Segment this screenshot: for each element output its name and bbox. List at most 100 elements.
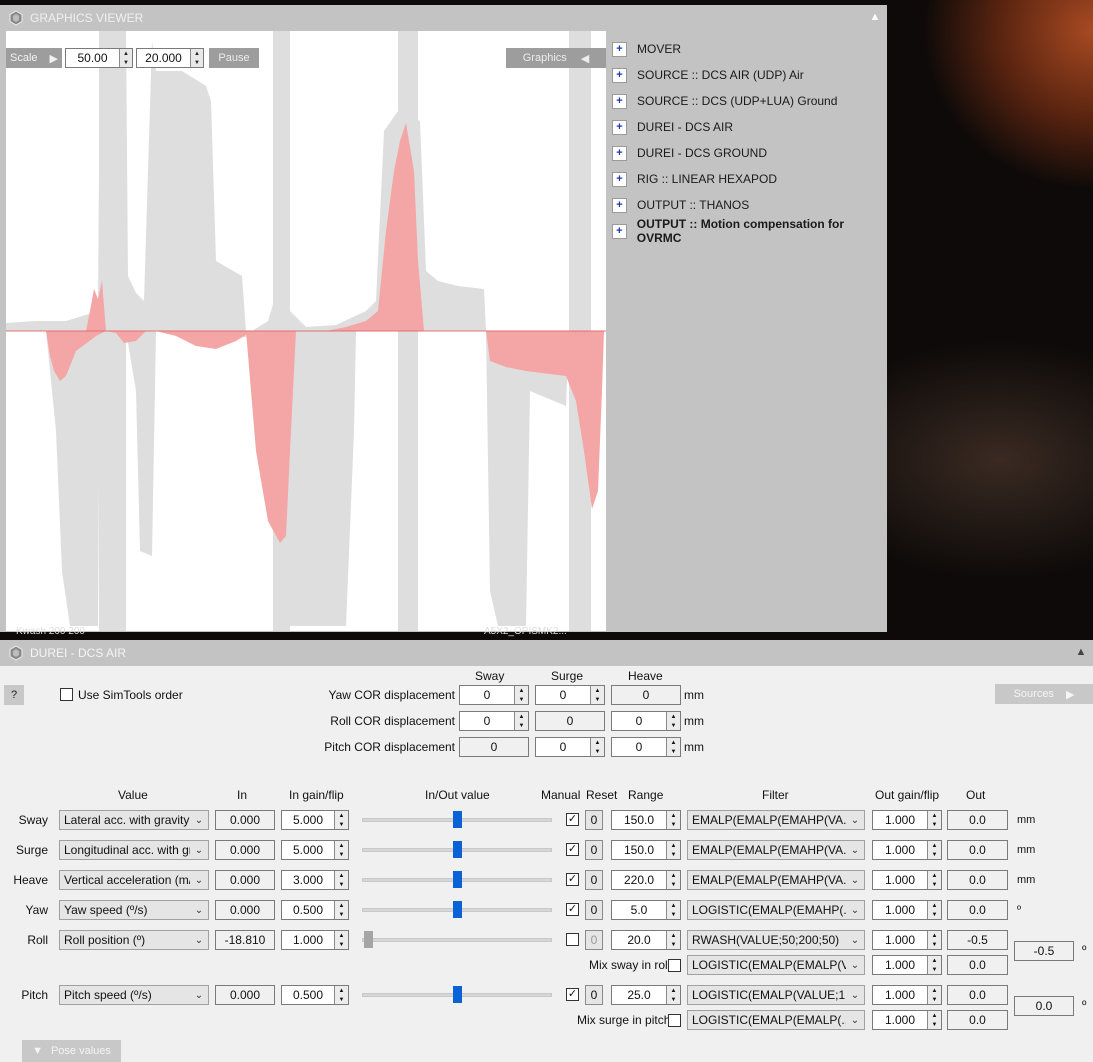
cor-surge-spinner[interactable]: 0 ▲ ▼: [535, 737, 605, 757]
spinner-arrows-icon[interactable]: ▲ ▼: [334, 986, 348, 1004]
spinner-arrows-icon[interactable]: ▲ ▼: [666, 986, 680, 1004]
spinner-arrows-icon[interactable]: ▲ ▼: [119, 49, 132, 67]
in-gain-spinner[interactable]: 0.500 ▲ ▼: [281, 900, 349, 920]
graphics-plot-area[interactable]: Scale ▶ 50.00 ▲ ▼ 20.000 ▲ ▼ Pause: [6, 31, 606, 631]
expand-plus-icon[interactable]: +: [612, 67, 627, 83]
collapse-icon[interactable]: ▲: [1075, 646, 1087, 658]
range-spinner[interactable]: 150.0 ▲ ▼: [611, 810, 681, 830]
out-gain-spinner[interactable]: 1.000 ▲ ▼: [872, 810, 942, 830]
tree-item[interactable]: + DUREI - DCS AIR: [612, 114, 887, 140]
mix-surge-checkbox[interactable]: [668, 1014, 681, 1027]
spinner-arrows-icon[interactable]: ▲ ▼: [666, 738, 680, 756]
tree-item[interactable]: + SOURCE :: DCS AIR (UDP) Air: [612, 62, 887, 88]
cor-heave-spinner[interactable]: 0 ▲ ▼: [611, 711, 681, 731]
value-dropdown[interactable]: Yaw speed (º/s) ⌄: [59, 900, 209, 920]
spinner-arrows-icon[interactable]: ▲ ▼: [927, 931, 941, 949]
in-gain-spinner[interactable]: 3.000 ▲ ▼: [281, 870, 349, 890]
range-spinner[interactable]: 5.0 ▲ ▼: [611, 900, 681, 920]
spinner-arrows-icon[interactable]: ▲ ▼: [666, 931, 680, 949]
spinner-arrows-icon[interactable]: ▲ ▼: [334, 901, 348, 919]
inout-slider-track[interactable]: [362, 938, 552, 942]
spinner-arrows-icon[interactable]: ▲ ▼: [334, 841, 348, 859]
filter-dropdown[interactable]: EMALP(EMALP(EMAHP(VA... ⌄: [687, 870, 865, 890]
reset-button[interactable]: 0: [585, 870, 603, 890]
range-spinner[interactable]: 150.0 ▲ ▼: [611, 840, 681, 860]
reset-button[interactable]: 0: [585, 900, 603, 920]
filter-dropdown[interactable]: LOGISTIC(EMALP(EMAHP(... ⌄: [687, 900, 865, 920]
manual-checkbox[interactable]: [566, 933, 579, 946]
spinner-arrows-icon[interactable]: ▲ ▼: [514, 686, 528, 704]
reset-button[interactable]: 0: [585, 840, 603, 860]
in-gain-spinner[interactable]: 5.000 ▲ ▼: [281, 810, 349, 830]
spinner-arrows-icon[interactable]: ▲ ▼: [666, 841, 680, 859]
cor-heave-spinner[interactable]: 0 ▲ ▼: [611, 737, 681, 757]
filter-dropdown[interactable]: EMALP(EMALP(EMAHP(VA... ⌄: [687, 840, 865, 860]
spinner-arrows-icon[interactable]: ▲ ▼: [334, 931, 348, 949]
inout-slider-thumb[interactable]: [453, 871, 462, 888]
out-gain-spinner[interactable]: 1.000 ▲ ▼: [872, 900, 942, 920]
value-dropdown[interactable]: Longitudinal acc. with grav ⌄: [59, 840, 209, 860]
range-spinner[interactable]: 20.0 ▲ ▼: [611, 930, 681, 950]
expand-plus-icon[interactable]: +: [612, 93, 627, 109]
spinner-arrows-icon[interactable]: ▲ ▼: [190, 49, 203, 67]
spinner-arrows-icon[interactable]: ▲ ▼: [666, 871, 680, 889]
spinner-arrows-icon[interactable]: ▲ ▼: [927, 871, 941, 889]
pause-button[interactable]: Pause: [209, 48, 259, 68]
spinner-arrows-icon[interactable]: ▲ ▼: [334, 811, 348, 829]
inout-slider-thumb[interactable]: [453, 841, 462, 858]
in-gain-spinner[interactable]: 0.500 ▲ ▼: [281, 985, 349, 1005]
tree-item[interactable]: + SOURCE :: DCS (UDP+LUA) Ground: [612, 88, 887, 114]
spinner-arrows-icon[interactable]: ▲ ▼: [666, 811, 680, 829]
inout-slider-thumb[interactable]: [453, 986, 462, 1003]
mix-sway-filter-dropdown[interactable]: LOGISTIC(EMALP(EMALP(V... ⌄: [687, 955, 865, 975]
filter-dropdown[interactable]: EMALP(EMALP(EMAHP(VA... ⌄: [687, 810, 865, 830]
scale-button[interactable]: Scale ▶: [6, 48, 62, 68]
out-gain-spinner[interactable]: 1.000 ▲ ▼: [872, 985, 942, 1005]
mix-sway-out-gain[interactable]: 1.000 ▲ ▼: [872, 955, 942, 975]
out-gain-spinner[interactable]: 1.000 ▲ ▼: [872, 870, 942, 890]
inout-slider-thumb[interactable]: [453, 811, 462, 828]
spinner-arrows-icon[interactable]: ▲ ▼: [927, 986, 941, 1004]
spinner-arrows-icon[interactable]: ▲ ▼: [927, 1011, 941, 1029]
out-gain-spinner[interactable]: 1.000 ▲ ▼: [872, 840, 942, 860]
mix-surge-filter-dropdown[interactable]: LOGISTIC(EMALP(EMALP(... ⌄: [687, 1010, 865, 1030]
out-gain-spinner[interactable]: 1.000 ▲ ▼: [872, 930, 942, 950]
tree-item[interactable]: + DUREI - DCS GROUND: [612, 140, 887, 166]
tree-item[interactable]: + OUTPUT :: THANOS: [612, 192, 887, 218]
graphics-button[interactable]: Graphics ◀: [506, 48, 606, 68]
spinner-arrows-icon[interactable]: ▲ ▼: [514, 712, 528, 730]
value-dropdown[interactable]: Roll position (º) ⌄: [59, 930, 209, 950]
in-gain-spinner[interactable]: 5.000 ▲ ▼: [281, 840, 349, 860]
spinner-arrows-icon[interactable]: ▲ ▼: [666, 901, 680, 919]
value-dropdown[interactable]: Lateral acc. with gravity (m ⌄: [59, 810, 209, 830]
spinner-arrows-icon[interactable]: ▲ ▼: [590, 686, 604, 704]
expand-plus-icon[interactable]: +: [612, 145, 627, 161]
scale-spinner-2[interactable]: 20.000 ▲ ▼: [136, 48, 204, 68]
reset-button[interactable]: 0: [585, 810, 603, 830]
cor-sway-spinner[interactable]: 0 ▲ ▼: [459, 685, 529, 705]
mix-surge-out-gain[interactable]: 1.000 ▲ ▼: [872, 1010, 942, 1030]
expand-plus-icon[interactable]: +: [612, 41, 627, 57]
range-spinner[interactable]: 25.0 ▲ ▼: [611, 985, 681, 1005]
tree-item[interactable]: + OUTPUT :: Motion compensation for OVRMC: [612, 217, 887, 245]
pose-values-button[interactable]: ▼ Pose values: [22, 1040, 121, 1062]
expand-plus-icon[interactable]: +: [612, 119, 627, 135]
manual-checkbox[interactable]: ✓: [566, 813, 579, 826]
manual-checkbox[interactable]: ✓: [566, 843, 579, 856]
expand-plus-icon[interactable]: +: [612, 171, 627, 187]
collapse-icon[interactable]: ▲: [869, 11, 881, 23]
value-dropdown[interactable]: Vertical acceleration (m/s²) ⌄: [59, 870, 209, 890]
tree-item[interactable]: + RIG :: LINEAR HEXAPOD: [612, 166, 887, 192]
scale-spinner[interactable]: 50.00 ▲ ▼: [65, 48, 133, 68]
tree-item[interactable]: + MOVER: [612, 36, 887, 62]
reset-button[interactable]: 0: [585, 930, 603, 950]
inout-slider-thumb[interactable]: [364, 931, 373, 948]
filter-dropdown[interactable]: RWASH(VALUE;50;200;50) ⌄: [687, 930, 865, 950]
spinner-arrows-icon[interactable]: ▲ ▼: [927, 841, 941, 859]
filter-dropdown[interactable]: LOGISTIC(EMALP(VALUE;1... ⌄: [687, 985, 865, 1005]
range-spinner[interactable]: 220.0 ▲ ▼: [611, 870, 681, 890]
spinner-arrows-icon[interactable]: ▲ ▼: [927, 901, 941, 919]
manual-checkbox[interactable]: ✓: [566, 988, 579, 1001]
spinner-arrows-icon[interactable]: ▲ ▼: [666, 712, 680, 730]
cor-sway-spinner[interactable]: 0 ▲ ▼: [459, 711, 529, 731]
